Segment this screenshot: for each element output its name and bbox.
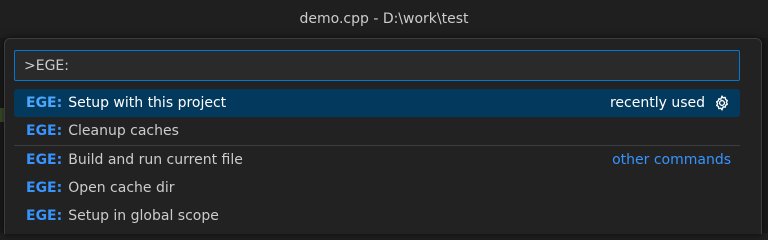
command-prefix: EGE: — [26, 208, 63, 224]
command-prefix: EGE: — [26, 95, 63, 111]
command-palette: EGE: Setup with this project recently us… — [4, 38, 762, 234]
command-prefix: EGE: — [26, 152, 63, 168]
command-item-setup-global[interactable]: EGE: Setup in global scope — [14, 202, 740, 230]
command-label: Build and run current file — [68, 152, 243, 168]
command-prefix: EGE: — [26, 180, 63, 196]
command-label: Setup with this project — [68, 95, 227, 111]
window-title: demo.cpp - D:\work\test — [299, 11, 469, 27]
command-item-cleanup-caches[interactable]: EGE: Cleanup caches — [14, 117, 740, 145]
command-prefix: EGE: — [26, 123, 63, 139]
gear-icon[interactable] — [713, 94, 731, 112]
command-palette-input-box[interactable] — [14, 50, 740, 81]
other-commands-label: other commands — [612, 152, 731, 168]
command-label: Setup in global scope — [68, 208, 219, 224]
command-item-build-run[interactable]: EGE: Build and run current file other co… — [14, 146, 740, 174]
command-list: EGE: Setup with this project recently us… — [14, 89, 740, 230]
recently-used-label: recently used — [609, 95, 705, 111]
command-label: Cleanup caches — [68, 123, 179, 139]
command-item-open-cache-dir[interactable]: EGE: Open cache dir — [14, 174, 740, 202]
command-palette-input[interactable] — [15, 51, 739, 80]
window-title-bar: demo.cpp - D:\work\test — [0, 0, 768, 38]
command-item-setup-project[interactable]: EGE: Setup with this project recently us… — [14, 89, 740, 117]
command-label: Open cache dir — [68, 180, 175, 196]
